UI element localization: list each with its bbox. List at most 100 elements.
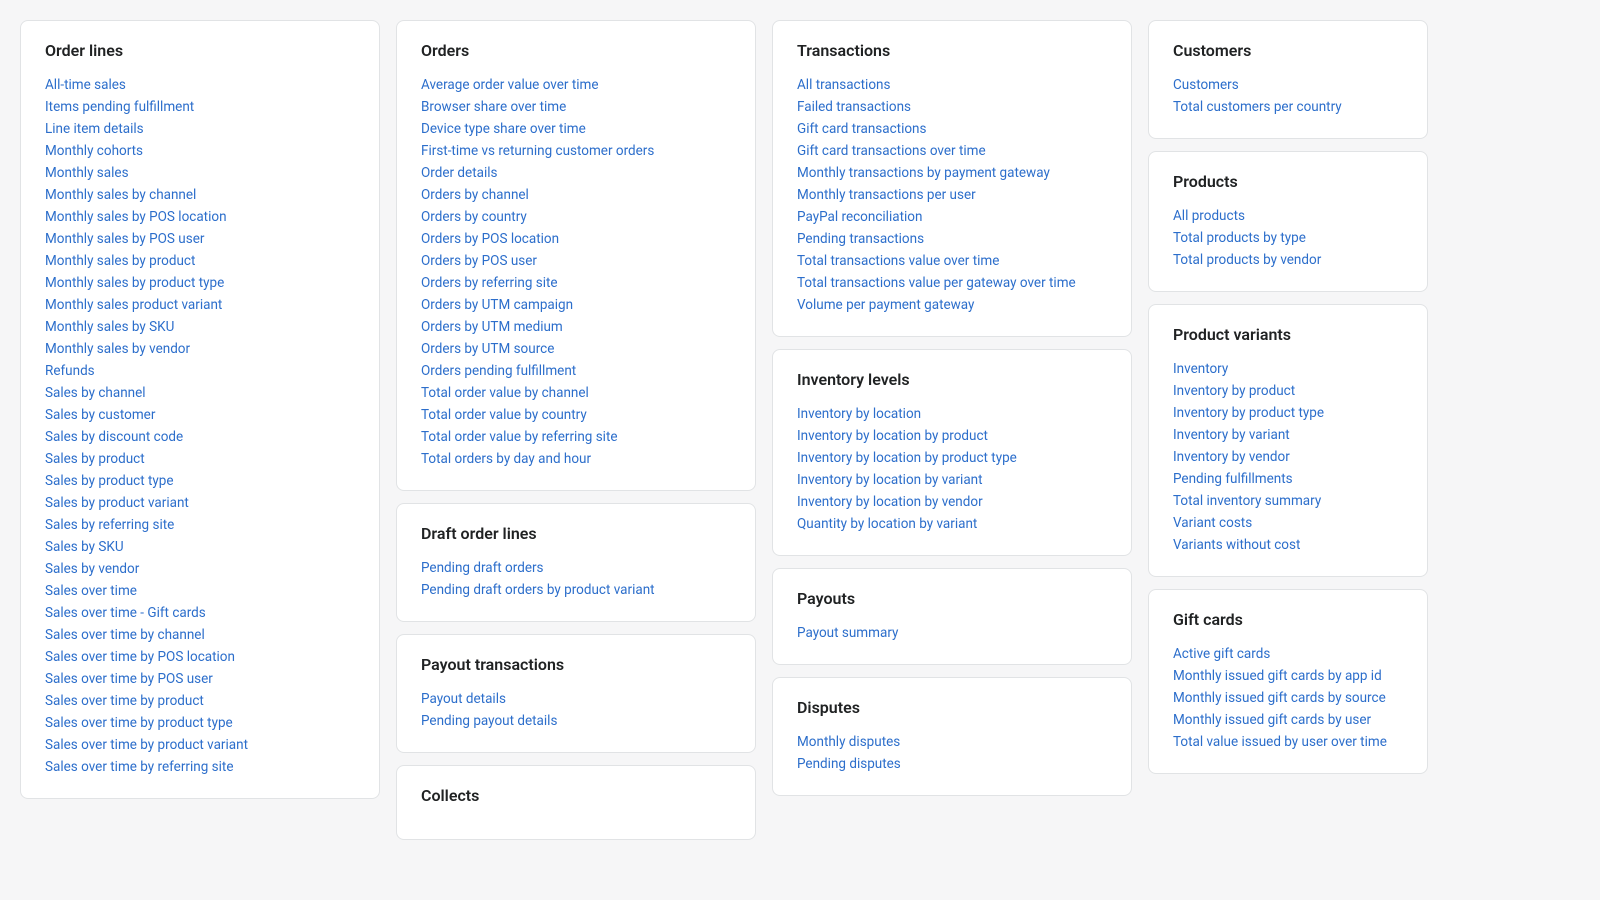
report-link[interactable]: Gift card transactions	[797, 118, 1107, 140]
report-link[interactable]: Orders by referring site	[421, 272, 731, 294]
report-link[interactable]: Monthly sales by vendor	[45, 338, 355, 360]
report-link[interactable]: Payout details	[421, 688, 731, 710]
report-link[interactable]: Total inventory summary	[1173, 490, 1403, 512]
report-link[interactable]: Total products by type	[1173, 227, 1403, 249]
report-link[interactable]: Monthly sales by product type	[45, 272, 355, 294]
report-link[interactable]: Pending draft orders by product variant	[421, 579, 731, 601]
report-link[interactable]: Inventory by product type	[1173, 402, 1403, 424]
report-link[interactable]: Sales over time by POS user	[45, 668, 355, 690]
report-link[interactable]: Pending payout details	[421, 710, 731, 732]
report-link[interactable]: Pending transactions	[797, 228, 1107, 250]
report-link[interactable]: Active gift cards	[1173, 643, 1403, 665]
report-link[interactable]: Orders by UTM campaign	[421, 294, 731, 316]
report-link[interactable]: Total order value by channel	[421, 382, 731, 404]
section-title-payout-transactions: Payout transactions	[421, 655, 731, 674]
report-link[interactable]: Inventory	[1173, 358, 1403, 380]
report-link[interactable]: Orders by POS user	[421, 250, 731, 272]
report-link[interactable]: Pending fulfillments	[1173, 468, 1403, 490]
report-link[interactable]: Orders by UTM source	[421, 338, 731, 360]
report-link[interactable]: Monthly issued gift cards by app id	[1173, 665, 1403, 687]
report-link[interactable]: Inventory by variant	[1173, 424, 1403, 446]
report-link[interactable]: Monthly sales product variant	[45, 294, 355, 316]
report-link[interactable]: Pending disputes	[797, 753, 1107, 775]
report-link[interactable]: Inventory by location by product	[797, 425, 1107, 447]
report-link[interactable]: Total customers per country	[1173, 96, 1403, 118]
report-link[interactable]: Inventory by location by vendor	[797, 491, 1107, 513]
report-link[interactable]: Volume per payment gateway	[797, 294, 1107, 316]
report-link[interactable]: Sales by product type	[45, 470, 355, 492]
report-link[interactable]: Sales over time by product	[45, 690, 355, 712]
report-link[interactable]: First-time vs returning customer orders	[421, 140, 731, 162]
report-link[interactable]: Sales by channel	[45, 382, 355, 404]
report-link[interactable]: Monthly sales by SKU	[45, 316, 355, 338]
report-link[interactable]: Orders by POS location	[421, 228, 731, 250]
report-link[interactable]: PayPal reconciliation	[797, 206, 1107, 228]
report-link[interactable]: Total transactions value per gateway ove…	[797, 272, 1107, 294]
report-link[interactable]: Monthly disputes	[797, 731, 1107, 753]
report-link[interactable]: Monthly sales by POS location	[45, 206, 355, 228]
report-link[interactable]: Monthly sales by product	[45, 250, 355, 272]
report-link[interactable]: Variants without cost	[1173, 534, 1403, 556]
report-link[interactable]: Sales by SKU	[45, 536, 355, 558]
report-link[interactable]: All-time sales	[45, 74, 355, 96]
report-link[interactable]: Monthly transactions by payment gateway	[797, 162, 1107, 184]
report-link[interactable]: Orders by UTM medium	[421, 316, 731, 338]
report-link[interactable]: Sales by discount code	[45, 426, 355, 448]
report-link[interactable]: Gift card transactions over time	[797, 140, 1107, 162]
section-title-order-lines: Order lines	[45, 41, 355, 60]
report-link[interactable]: Items pending fulfillment	[45, 96, 355, 118]
report-link[interactable]: Sales over time by channel	[45, 624, 355, 646]
card-gift-cards: Gift cardsActive gift cardsMonthly issue…	[1148, 589, 1428, 774]
report-link[interactable]: Orders pending fulfillment	[421, 360, 731, 382]
report-link[interactable]: Sales over time by product type	[45, 712, 355, 734]
report-link[interactable]: Sales over time by referring site	[45, 756, 355, 778]
report-link[interactable]: Total order value by referring site	[421, 426, 731, 448]
report-link[interactable]: Refunds	[45, 360, 355, 382]
card-disputes: DisputesMonthly disputesPending disputes	[772, 677, 1132, 796]
report-link[interactable]: Sales by product	[45, 448, 355, 470]
report-link[interactable]: Inventory by location by product type	[797, 447, 1107, 469]
report-link[interactable]: Variant costs	[1173, 512, 1403, 534]
report-link[interactable]: Total transactions value over time	[797, 250, 1107, 272]
report-link[interactable]: Total value issued by user over time	[1173, 731, 1403, 753]
report-link[interactable]: Sales by customer	[45, 404, 355, 426]
report-link[interactable]: Line item details	[45, 118, 355, 140]
report-link[interactable]: All products	[1173, 205, 1403, 227]
report-link[interactable]: Monthly transactions per user	[797, 184, 1107, 206]
section-title-gift-cards: Gift cards	[1173, 610, 1403, 629]
report-link[interactable]: All transactions	[797, 74, 1107, 96]
report-link[interactable]: Sales over time by product variant	[45, 734, 355, 756]
report-link[interactable]: Sales over time - Gift cards	[45, 602, 355, 624]
report-link[interactable]: Device type share over time	[421, 118, 731, 140]
card-collects: Collects	[396, 765, 756, 840]
report-link[interactable]: Sales over time by POS location	[45, 646, 355, 668]
report-link[interactable]: Sales by referring site	[45, 514, 355, 536]
report-link[interactable]: Browser share over time	[421, 96, 731, 118]
report-link[interactable]: Sales by product variant	[45, 492, 355, 514]
report-link[interactable]: Payout summary	[797, 622, 1107, 644]
report-link[interactable]: Monthly sales	[45, 162, 355, 184]
report-link[interactable]: Total products by vendor	[1173, 249, 1403, 271]
report-link[interactable]: Total order value by country	[421, 404, 731, 426]
report-link[interactable]: Pending draft orders	[421, 557, 731, 579]
report-link[interactable]: Order details	[421, 162, 731, 184]
report-link[interactable]: Monthly issued gift cards by user	[1173, 709, 1403, 731]
report-link[interactable]: Quantity by location by variant	[797, 513, 1107, 535]
report-link[interactable]: Customers	[1173, 74, 1403, 96]
report-link[interactable]: Total orders by day and hour	[421, 448, 731, 470]
report-link[interactable]: Inventory by location by variant	[797, 469, 1107, 491]
report-link[interactable]: Orders by channel	[421, 184, 731, 206]
section-title-product-variants: Product variants	[1173, 325, 1403, 344]
report-link[interactable]: Monthly sales by POS user	[45, 228, 355, 250]
report-link[interactable]: Inventory by vendor	[1173, 446, 1403, 468]
report-link[interactable]: Inventory by location	[797, 403, 1107, 425]
report-link[interactable]: Failed transactions	[797, 96, 1107, 118]
report-link[interactable]: Orders by country	[421, 206, 731, 228]
report-link[interactable]: Monthly sales by channel	[45, 184, 355, 206]
report-link[interactable]: Monthly cohorts	[45, 140, 355, 162]
report-link[interactable]: Inventory by product	[1173, 380, 1403, 402]
report-link[interactable]: Monthly issued gift cards by source	[1173, 687, 1403, 709]
report-link[interactable]: Sales by vendor	[45, 558, 355, 580]
report-link[interactable]: Average order value over time	[421, 74, 731, 96]
report-link[interactable]: Sales over time	[45, 580, 355, 602]
